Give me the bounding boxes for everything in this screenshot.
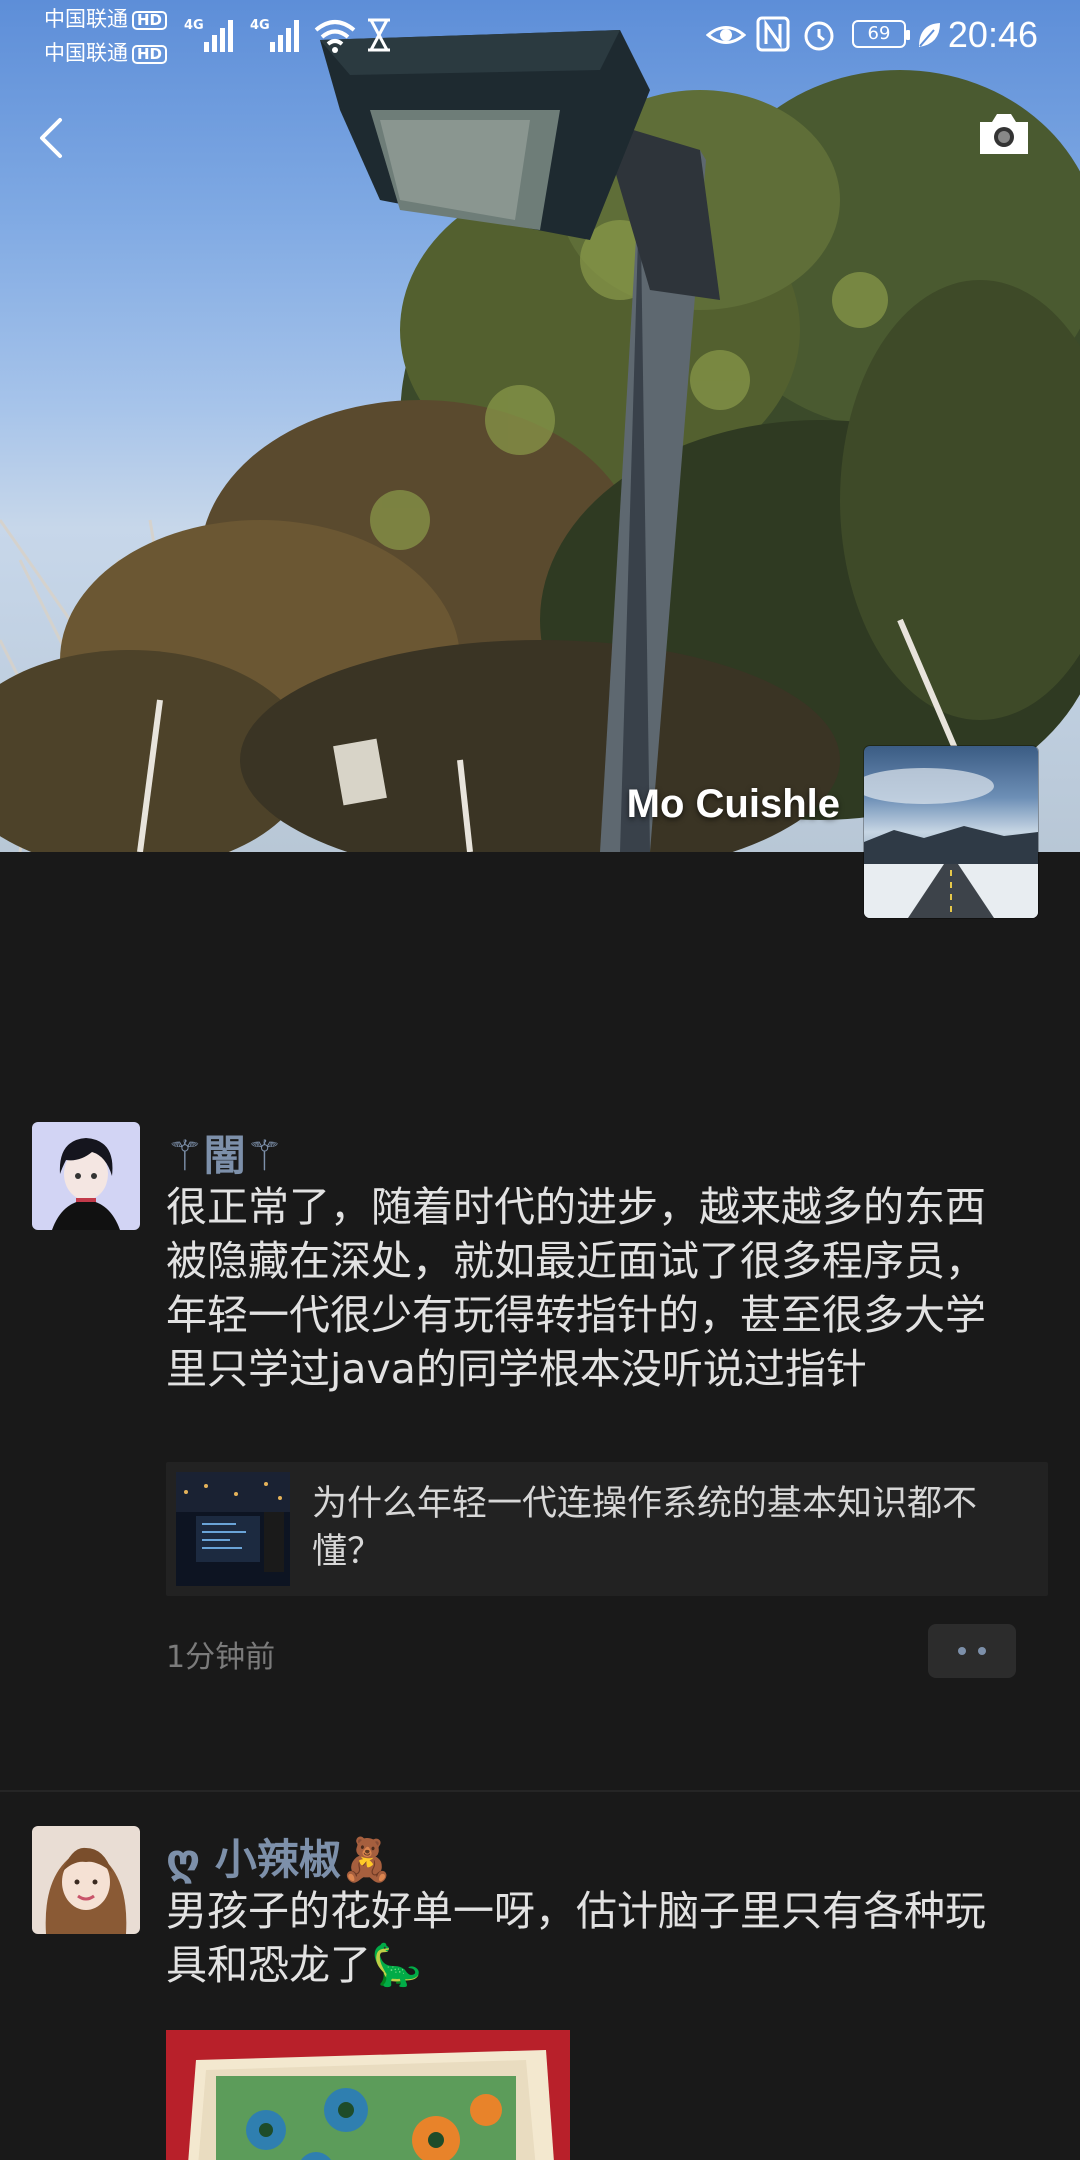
battery-icon: 69 <box>852 20 910 48</box>
comment-like-button[interactable] <box>928 1624 1016 1678</box>
post-text: 男孩子的花好单一呀，估计脑子里只有各种玩具和恐龙了🦕 <box>166 1887 986 1989</box>
post-avatar[interactable] <box>32 1122 140 1230</box>
post-divider <box>0 1790 1080 1792</box>
status-bar: 中国联通 HD 中国联通 HD 4G 4G 69 20:46 <box>44 7 1038 65</box>
clock: 20:46 <box>947 14 1038 55</box>
eye-icon <box>706 26 746 44</box>
post-author-name[interactable]: ღ 小辣椒🧸 <box>166 1826 393 1887</box>
link-thumbnail <box>176 1472 290 1586</box>
post-image[interactable] <box>166 2030 570 2160</box>
cover-scenery <box>0 30 1080 852</box>
flower-drawing <box>166 2030 570 2160</box>
post-text: 很正常了，随着时代的进步，越来越多的东西被隐藏在深处，就如最近面试了很多程序员，… <box>166 1183 986 1393</box>
carrier-2: 中国联通 HD <box>44 43 168 64</box>
leaf-icon <box>919 23 940 47</box>
profile-avatar[interactable] <box>864 746 1038 918</box>
anime-avatar <box>32 1122 140 1230</box>
nfc-icon <box>756 16 790 52</box>
link-title: 为什么年轻一代连操作系统的基本知识都不懂？ <box>312 1484 978 1572</box>
cover-photo[interactable]: 中国联通 HD 中国联通 HD 4G 4G 69 20:46 Mo Cuishl… <box>0 0 1080 852</box>
girl-avatar <box>32 1826 140 1934</box>
camera-button[interactable] <box>976 108 1032 160</box>
camera-icon <box>980 114 1028 154</box>
wifi-icon <box>314 20 356 53</box>
post-timestamp: 1分钟前 <box>166 1640 276 1675</box>
hourglass-icon <box>368 18 390 52</box>
profile-username[interactable]: Mo Cuishle <box>627 782 840 827</box>
back-button[interactable] <box>30 108 78 168</box>
post-avatar[interactable] <box>32 1826 140 1934</box>
avatar-landscape <box>864 768 1038 918</box>
post-author-name[interactable]: ⚚闇⚚ <box>166 1122 283 1183</box>
back-arrow-icon <box>40 118 62 158</box>
alarm-icon <box>804 21 834 51</box>
carrier-1: 中国联通 HD <box>44 9 168 30</box>
shared-link-card[interactable]: 为什么年轻一代连操作系统的基本知识都不懂？ <box>166 1462 1048 1596</box>
